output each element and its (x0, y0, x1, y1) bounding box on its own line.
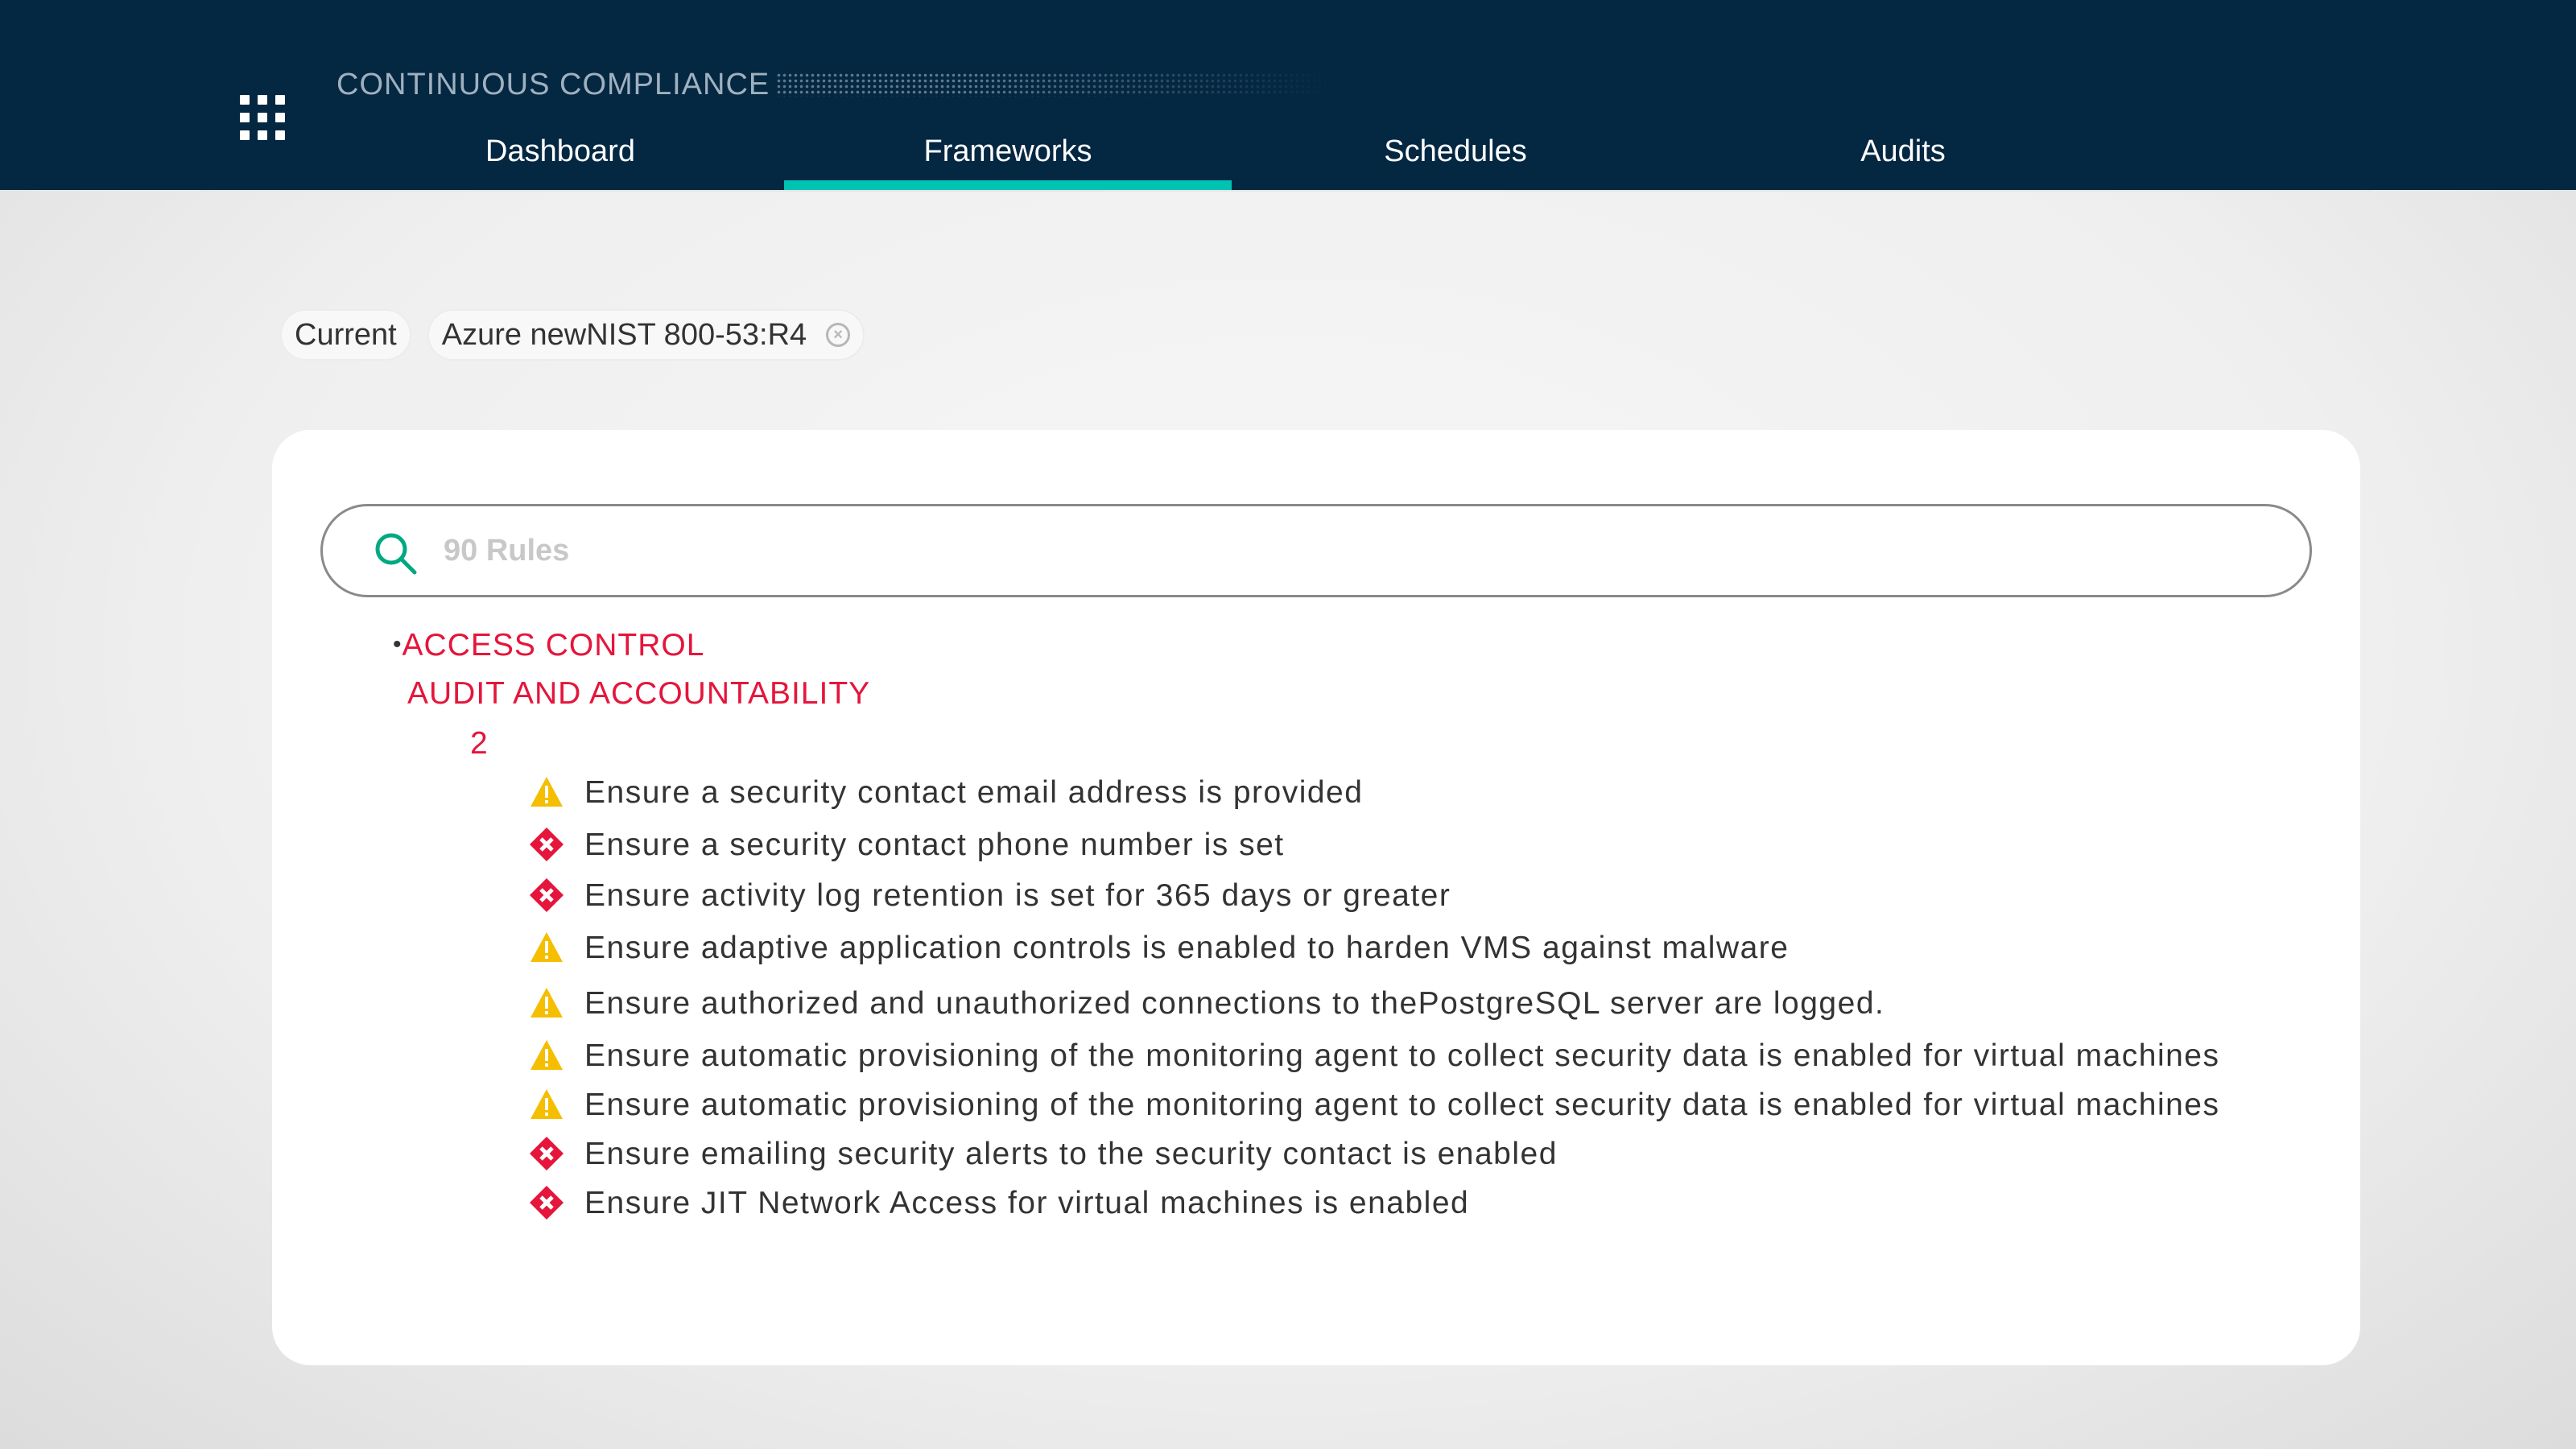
breadcrumb-framework-label: Azure newNIST 800-53:R4 (441, 317, 807, 352)
warning-icon (530, 932, 563, 962)
category-label: ACCESS CONTROL (402, 628, 705, 663)
breadcrumb-framework-chip[interactable]: Azure newNIST 800-53:R4 × (427, 309, 865, 361)
rule-text: Ensure a security contact email address … (584, 775, 1364, 810)
sub-category-2[interactable]: 2 (470, 726, 489, 762)
rule-item[interactable]: Ensure authorized and unauthorized conne… (528, 979, 2299, 1028)
rule-text: Ensure emailing security alerts to the s… (584, 1137, 1558, 1171)
tab-dashboard[interactable]: Dashboard (336, 126, 784, 190)
failed-icon (530, 1137, 564, 1170)
rule-item[interactable]: Ensure a security contact email address … (528, 768, 2299, 817)
failed-icon (530, 878, 564, 912)
tab-frameworks[interactable]: Frameworks (784, 126, 1232, 190)
breadcrumb-current[interactable]: Current (280, 309, 411, 361)
tab-schedules[interactable]: Schedules (1232, 126, 1679, 190)
close-icon[interactable]: × (826, 323, 851, 347)
breadcrumb-current-label: Current (295, 317, 397, 352)
warning-icon (530, 1040, 563, 1070)
decorative-dot-pattern (776, 72, 1331, 97)
rule-item[interactable]: Ensure a security contact phone number i… (528, 820, 2299, 869)
tab-audits[interactable]: Audits (1679, 126, 2127, 190)
rule-text: Ensure adaptive application controls is … (584, 931, 1790, 965)
rule-item[interactable]: Ensure activity log retention is set for… (528, 871, 2299, 920)
rule-text: Ensure authorized and unauthorized conne… (584, 986, 1885, 1021)
rule-item[interactable]: Ensure emailing security alerts to the s… (528, 1129, 2299, 1179)
top-navigation-bar: CONTINUOUS COMPLIANCE Dashboard Framewor… (0, 0, 2576, 190)
rule-text: Ensure automatic provisioning of the mon… (584, 1038, 2220, 1073)
rule-item[interactable]: Ensure adaptive application controls is … (528, 923, 2299, 972)
bullet-icon: • (393, 631, 402, 658)
main-tabs: Dashboard Frameworks Schedules Audits (336, 126, 2127, 190)
rules-panel: •ACCESS CONTROL AUDIT AND ACCOUNTABILITY… (272, 430, 2360, 1365)
category-audit-and-accountability[interactable]: AUDIT AND ACCOUNTABILITY (407, 676, 870, 712)
rule-item[interactable]: Ensure JIT Network Access for virtual ma… (528, 1179, 2299, 1228)
app-title: CONTINUOUS COMPLIANCE (336, 68, 770, 101)
breadcrumb: Current Azure newNIST 800-53:R4 × (280, 309, 865, 361)
rule-text: Ensure automatic provisioning of the mon… (584, 1088, 2220, 1122)
warning-icon (530, 988, 563, 1018)
rule-item[interactable]: Ensure automatic provisioning of the mon… (528, 1080, 2299, 1129)
rule-item[interactable]: Ensure automatic provisioning of the mon… (528, 1031, 2299, 1080)
search-bar[interactable] (320, 504, 2312, 597)
apps-grid-icon[interactable] (240, 95, 285, 140)
failed-icon (530, 1186, 564, 1220)
warning-icon (530, 1089, 563, 1119)
rules-list: Ensure a security contact email address … (528, 768, 2299, 1365)
rule-text: Ensure activity log retention is set for… (584, 878, 1451, 913)
failed-icon (530, 828, 564, 861)
search-input[interactable] (444, 522, 2263, 579)
rule-text: Ensure JIT Network Access for virtual ma… (584, 1186, 1470, 1220)
header-divider (200, 190, 2373, 192)
warning-icon (530, 777, 563, 807)
rule-text: Ensure a security contact phone number i… (584, 828, 1285, 862)
search-icon (375, 533, 417, 575)
category-access-control[interactable]: •ACCESS CONTROL (393, 628, 704, 663)
